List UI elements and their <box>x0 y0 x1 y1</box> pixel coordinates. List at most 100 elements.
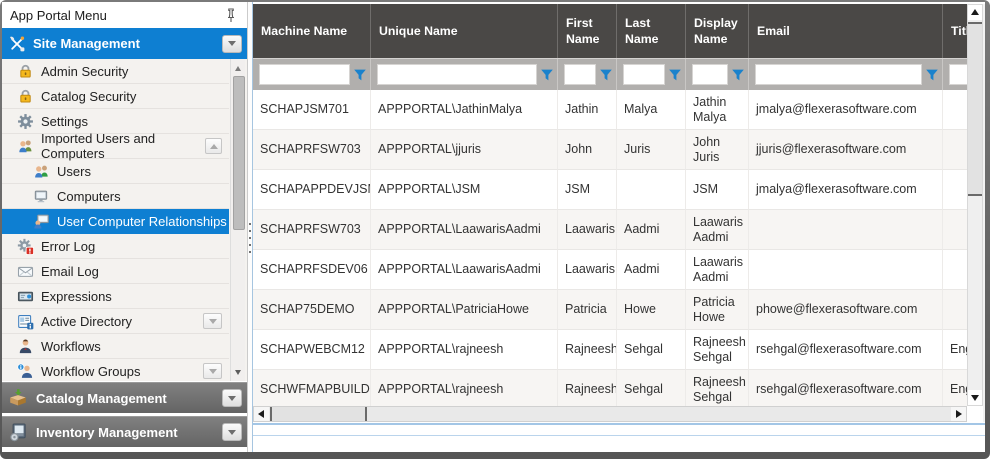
table-row[interactable]: SCHAPAPPDEVJSMAPPPORTAL\JSMJSMJSMjmalya@… <box>253 170 967 210</box>
cell-first-name: Patricia <box>558 290 617 330</box>
cell-last-name <box>617 170 686 210</box>
sidebar-item-computers[interactable]: Computers <box>2 184 229 209</box>
cell-first-name: Rajneesh <box>558 330 617 370</box>
dropdown-button[interactable] <box>203 363 222 379</box>
sidebar-item-workflow-groups[interactable]: Workflow Groups <box>2 359 229 381</box>
sidebar-item-label: Workflow Groups <box>41 364 140 379</box>
grid-body: SCHAPJSM701APPPORTAL\JathinMalyaJathinMa… <box>253 90 967 406</box>
filter-cell-machine-name <box>253 59 371 90</box>
filter-funnel-icon[interactable] <box>599 68 613 82</box>
table-row[interactable]: SCHAPRFSDEV06APPPORTAL\LaawarisAadmiLaaw… <box>253 250 967 290</box>
sidebar-title: App Portal Menu <box>10 8 107 23</box>
column-header-display-name[interactable]: Display Name <box>686 4 749 58</box>
sidebar-item-label: Imported Users and Computers <box>41 131 198 161</box>
sidebar-item-label: Admin Security <box>41 64 128 79</box>
grid-vscrollbar-thumb[interactable] <box>968 22 982 196</box>
grid-horizontal-scrollbar[interactable] <box>253 406 967 422</box>
lock-icon <box>17 63 34 80</box>
column-header-last-name[interactable]: Last Name <box>617 4 686 58</box>
sidebar-item-error-log[interactable]: Error Log <box>2 234 229 259</box>
pin-icon[interactable] <box>223 7 239 23</box>
column-header-title[interactable]: Title <box>943 4 967 58</box>
cell-machine-name: SCHWFMAPBUILD2 <box>253 370 371 406</box>
scroll-up-arrow-icon[interactable] <box>968 5 982 20</box>
column-header-unique-name[interactable]: Unique Name <box>371 4 558 58</box>
filter-input-display-name[interactable] <box>692 64 728 85</box>
grid-vertical-scrollbar[interactable] <box>967 4 983 406</box>
cell-first-name: Rajneesh <box>558 370 617 406</box>
sidebar-item-users[interactable]: Users <box>2 159 229 184</box>
sidebar-item-admin-security[interactable]: Admin Security <box>2 59 229 84</box>
filter-input-email[interactable] <box>755 64 922 85</box>
column-header-email[interactable]: Email <box>749 4 943 58</box>
main-content: App Portal Menu Site Management Admin Se… <box>2 2 985 452</box>
filter-input-first-name[interactable] <box>564 64 596 85</box>
cell-unique-name: APPPORTAL\LaawarisAadmi <box>371 250 558 290</box>
scroll-down-arrow-icon[interactable] <box>231 365 245 379</box>
scroll-up-arrow-icon[interactable] <box>231 61 245 75</box>
sidebar-item-email-log[interactable]: Email Log <box>2 259 229 284</box>
chevron-down-icon <box>209 369 217 378</box>
sidebar-item-workflows[interactable]: Workflows <box>2 334 229 359</box>
section-header-inventory-management[interactable]: Inventory Management <box>2 416 247 447</box>
section-header-catalog-management[interactable]: Catalog Management <box>2 382 247 413</box>
grid-hscrollbar-thumb[interactable] <box>270 407 367 421</box>
sidebar-item-label: Email Log <box>41 264 99 279</box>
filter-cell-title <box>943 59 967 90</box>
section-collapse-button[interactable] <box>222 35 242 53</box>
cell-display-name: John Juris <box>686 130 749 170</box>
cell-display-name: Laawaris Aadmi <box>686 250 749 290</box>
sidebar-item-imported-users-and-computers[interactable]: Imported Users and Computers <box>2 134 229 159</box>
filter-funnel-icon[interactable] <box>731 68 745 82</box>
scroll-down-arrow-icon[interactable] <box>968 390 982 405</box>
gear-icon <box>17 113 34 130</box>
sidebar-scrollbar[interactable] <box>230 59 245 381</box>
section-header-site-management[interactable]: Site Management <box>2 28 247 59</box>
filter-funnel-icon[interactable] <box>353 68 367 82</box>
filter-funnel-icon[interactable] <box>540 68 554 82</box>
sidebar-item-expressions[interactable]: Expressions <box>2 284 229 309</box>
table-row[interactable]: SCHAPJSM701APPPORTAL\JathinMalyaJathinMa… <box>253 90 967 130</box>
grid-filter-row <box>253 58 967 90</box>
table-row[interactable]: SCHAPRFSW703APPPORTAL\LaawarisAadmiLaawa… <box>253 210 967 250</box>
app-window: App Portal Menu Site Management Admin Se… <box>0 0 990 459</box>
directory-card-icon <box>17 313 34 330</box>
table-row[interactable]: SCHAPWEBCM12APPPORTAL\rajneeshRajneeshSe… <box>253 330 967 370</box>
table-row[interactable]: SCHAPRFSW703APPPORTAL\jjurisJohnJurisJoh… <box>253 130 967 170</box>
filter-funnel-icon[interactable] <box>925 68 939 82</box>
cell-unique-name: APPPORTAL\jjuris <box>371 130 558 170</box>
collapse-button[interactable] <box>205 138 222 154</box>
sidebar-item-label: Active Directory <box>41 314 132 329</box>
scroll-right-arrow-icon[interactable] <box>951 407 966 421</box>
sidebar-titlebar: App Portal Menu <box>2 2 247 28</box>
section-expand-button[interactable] <box>222 423 242 441</box>
table-row[interactable]: SCHAP75DEMOAPPPORTAL\PatriciaHowePatrici… <box>253 290 967 330</box>
cell-first-name: Laawaris <box>558 250 617 290</box>
column-header-machine-name[interactable]: Machine Name <box>253 4 371 58</box>
filter-input-title[interactable] <box>949 64 967 85</box>
filter-funnel-icon[interactable] <box>668 68 682 82</box>
catalog-box-icon <box>8 388 28 408</box>
cell-last-name: Sehgal <box>617 370 686 406</box>
section-expand-button[interactable] <box>222 389 242 407</box>
cell-last-name: Howe <box>617 290 686 330</box>
column-header-first-name[interactable]: First Name <box>558 4 617 58</box>
cell-machine-name: SCHAP75DEMO <box>253 290 371 330</box>
cell-display-name: Rajneesh Sehgal <box>686 370 749 406</box>
sidebar-scrollbar-thumb[interactable] <box>233 76 245 230</box>
filter-input-last-name[interactable] <box>623 64 665 85</box>
scroll-left-arrow-icon[interactable] <box>254 407 269 421</box>
section-label: Inventory Management <box>36 425 178 440</box>
sidebar-item-label: User Computer Relationships <box>57 214 227 229</box>
users-icon <box>33 163 50 180</box>
sidebar-item-catalog-security[interactable]: Catalog Security <box>2 84 229 109</box>
sidebar-item-active-directory[interactable]: Active Directory <box>2 309 229 334</box>
sidebar-item-user-computer-relationships[interactable]: User Computer Relationships <box>2 209 229 234</box>
filter-input-machine-name[interactable] <box>259 64 350 85</box>
cell-first-name: Jathin <box>558 90 617 130</box>
cell-display-name: Laawaris Aadmi <box>686 210 749 250</box>
dropdown-button[interactable] <box>203 313 222 329</box>
filter-input-unique-name[interactable] <box>377 64 537 85</box>
filter-cell-first-name <box>558 59 617 90</box>
table-row[interactable]: SCHWFMAPBUILD2APPPORTAL\rajneeshRajneesh… <box>253 370 967 406</box>
